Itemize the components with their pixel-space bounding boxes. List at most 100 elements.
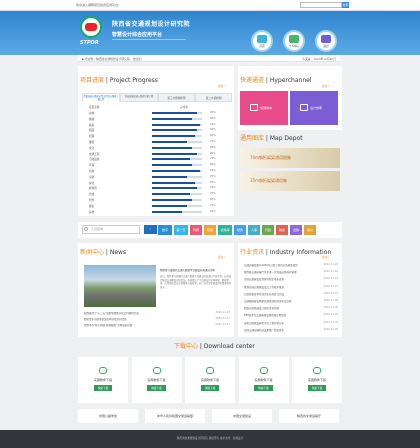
quick-personal-button[interactable]: 个人中心 bbox=[283, 30, 305, 52]
progress-bar-fill bbox=[152, 129, 197, 132]
industry-row[interactable]: 全国交通运输科技成果推广目录发布 2020-10-28 bbox=[244, 328, 338, 334]
industry-row-title: 智慧高速公路建设试点工作稳步推进 bbox=[244, 285, 285, 289]
progress-row-rate: 70% bbox=[210, 174, 216, 178]
progress-tabs: 西镇高速公路延长至天华段公路施工图工程 西安绕城高速公路改扩建工程 第三方检验检… bbox=[82, 93, 232, 102]
tab-project-3[interactable]: 第三方检验检测 bbox=[158, 93, 195, 102]
progress-bar bbox=[152, 112, 202, 114]
industry-row[interactable]: 绿色公路建设典型示范工程名单公布 2020-10-30 bbox=[244, 321, 338, 327]
map-item-35m[interactable]: 35m钢桁架梁通用集 bbox=[240, 171, 340, 191]
news-row[interactable]: 我院举办"匠心筑路 智慧赋能"主题演讲比赛 2020-10-27 bbox=[84, 323, 230, 328]
industry-row-title: 全国公路建设投资保持稳定增长态势 bbox=[244, 278, 285, 282]
nav-item[interactable]: 行政 bbox=[262, 225, 274, 235]
industry-row-title: 交通运输部发布2020年公路工程造价依据新规定 bbox=[244, 264, 298, 267]
download-button[interactable]: 快速下载 bbox=[254, 385, 273, 391]
nav-item[interactable]: 数字 bbox=[158, 225, 172, 235]
progress-bar-fill bbox=[152, 199, 192, 201]
industry-row-date: 2020-10-30 bbox=[323, 320, 338, 324]
tab-project-2[interactable]: 西安绕城高速公路改扩建工程 bbox=[120, 93, 158, 102]
progress-bar-fill bbox=[152, 170, 200, 172]
nav-item[interactable]: 资料库 bbox=[218, 225, 232, 235]
progress-bar bbox=[152, 141, 202, 143]
industry-row-date: 2020-10-28 bbox=[323, 327, 338, 331]
staff-search-button[interactable]: ⌕ bbox=[144, 225, 157, 234]
download-button[interactable]: 快速下载 bbox=[307, 385, 327, 391]
progress-bar bbox=[152, 199, 202, 201]
progress-bar-fill bbox=[152, 204, 187, 207]
news-row-date: 2020-11-11 bbox=[215, 317, 230, 320]
progress-bar bbox=[152, 204, 202, 207]
map-item-70m[interactable]: 70m钢桁架梁通用图集 bbox=[240, 148, 340, 168]
news-row[interactable]: 我院青年志愿者参加冬季扶贫慰问活动 2020-11-11 bbox=[84, 317, 230, 322]
progress-row-name: 其他 bbox=[89, 210, 95, 214]
industry-more-link[interactable]: 更多> bbox=[322, 255, 329, 259]
news-more-link[interactable]: 更多> bbox=[218, 255, 225, 259]
news-row-date: 2020-10-27 bbox=[215, 323, 230, 326]
industry-row-title: 陕西省交通运输厅关于进一步加强公路养护管理 bbox=[244, 271, 297, 275]
download-card-title: 实用软件下载 bbox=[147, 378, 166, 382]
progress-row-rate: 85% bbox=[210, 134, 216, 138]
search-icon bbox=[84, 227, 88, 231]
industry-row[interactable]: 陕西省交通运输厅关于进一步加强公路养护管理 2020-11-16 bbox=[244, 270, 338, 276]
progress-bar bbox=[152, 210, 202, 213]
industry-row[interactable]: 新版公路路线设计规范正式实施 2020-11-05 bbox=[244, 306, 338, 312]
smart-cost-button[interactable]: 智慧成本 bbox=[240, 91, 288, 125]
user-icon bbox=[289, 35, 299, 43]
staff-search-input[interactable]: 人员查询 bbox=[82, 225, 140, 234]
download-icon bbox=[259, 367, 268, 374]
news-row[interactable]: 陕西省首个"十三五"规划项目数字化交付顺利完成 2020-11-18 bbox=[84, 311, 230, 316]
progress-row-rate: 90% bbox=[210, 111, 216, 114]
progress-more-link[interactable]: 更多> bbox=[218, 84, 225, 88]
nav-item[interactable]: 造价 bbox=[304, 225, 316, 235]
progress-bar bbox=[152, 170, 202, 172]
industry-row[interactable]: 智慧高速公路建设试点工作稳步推进 2020-11-12 bbox=[244, 285, 338, 291]
industry-row[interactable]: BIM技术在交通基础设施领域应用加快 2020-11-02 bbox=[244, 313, 338, 319]
progress-bar bbox=[152, 152, 202, 155]
progress-row-rate: 95% bbox=[210, 169, 216, 172]
progress-row-name: 图表 bbox=[89, 204, 95, 208]
tab-project-1[interactable]: 西镇高速公路延长至天华段公路施工图工程 bbox=[82, 93, 120, 102]
industry-row[interactable]: 公路桥梁技术状况评定标准修订完成 2020-11-10 bbox=[244, 292, 338, 298]
nav-item[interactable]: 出纳 bbox=[290, 225, 302, 235]
progress-row-name: 交通工程 bbox=[89, 152, 100, 156]
news-feature-image[interactable] bbox=[84, 265, 156, 307]
quick-home-button[interactable]: 首页 bbox=[251, 30, 273, 52]
partner-logo[interactable]: 中国交通建设 bbox=[212, 409, 272, 423]
progress-title: 项目进度 | Project Progress bbox=[80, 77, 158, 84]
partner-logo[interactable]: 陕西省交通运输厅 bbox=[279, 409, 339, 423]
progress-row-rate: 80% bbox=[210, 116, 216, 120]
progress-bar-fill bbox=[152, 123, 200, 126]
progress-bar-fill bbox=[152, 141, 187, 143]
progress-bar bbox=[152, 175, 202, 178]
industry-row[interactable]: 全国公路建设投资保持稳定增长态势 2020-11-14 bbox=[244, 277, 338, 283]
nav-item[interactable]: 营销 bbox=[204, 225, 216, 235]
nav-item[interactable]: 科研 bbox=[190, 225, 202, 235]
design-efficiency-button[interactable]: 设计效率 bbox=[290, 91, 338, 125]
industry-row[interactable]: 交通强国建设纲要实施情况新闻发布会召开 2020-11-08 bbox=[244, 299, 338, 305]
partner-logo[interactable]: 中华人民共和国交通运输部 bbox=[145, 409, 205, 423]
progress-row-name: 绿化 bbox=[89, 181, 95, 185]
download-button[interactable]: 快速下载 bbox=[200, 385, 220, 391]
news-row-date: 2020-11-18 bbox=[215, 311, 230, 314]
download-icon bbox=[206, 367, 214, 374]
nav-item[interactable]: 人事 bbox=[248, 225, 260, 235]
top-search-button[interactable]: 搜索 bbox=[342, 2, 349, 8]
progress-row-rate: 85% bbox=[210, 180, 216, 184]
industry-row[interactable]: 交通运输部发布2020年公路工程造价依据新规定 2020-11-18 bbox=[244, 263, 338, 269]
hyperchannel-more-link[interactable]: 更多> bbox=[322, 84, 329, 88]
news-feature-title[interactable]: 我院参与编制的交通大数据平台建设标准通过评审 bbox=[160, 268, 232, 272]
partner-logo[interactable]: 中国公路学会 bbox=[78, 409, 138, 423]
map-depot-title: 通用图库 | Map Depot bbox=[240, 135, 303, 142]
download-title: 下载中心 | Download center bbox=[174, 343, 255, 350]
hyperchannel-title: 快速通道 | Hyperchannel bbox=[240, 77, 312, 84]
download-button[interactable]: 快速下载 bbox=[147, 385, 166, 391]
tab-project-4[interactable]: 第二大桥检测 bbox=[195, 93, 232, 102]
download-button[interactable]: 快速下载 bbox=[93, 385, 113, 391]
top-search-input[interactable] bbox=[300, 2, 342, 8]
nav-item[interactable]: 第一天 bbox=[174, 225, 188, 235]
quick-logout-button[interactable]: 退出 bbox=[315, 30, 337, 52]
nav-item[interactable]: 财务 bbox=[234, 225, 246, 235]
progress-row-name: 沿线设施 bbox=[89, 158, 100, 162]
progress-bar bbox=[152, 187, 202, 190]
progress-bar bbox=[152, 129, 202, 132]
nav-item[interactable]: 物资 bbox=[276, 225, 288, 235]
